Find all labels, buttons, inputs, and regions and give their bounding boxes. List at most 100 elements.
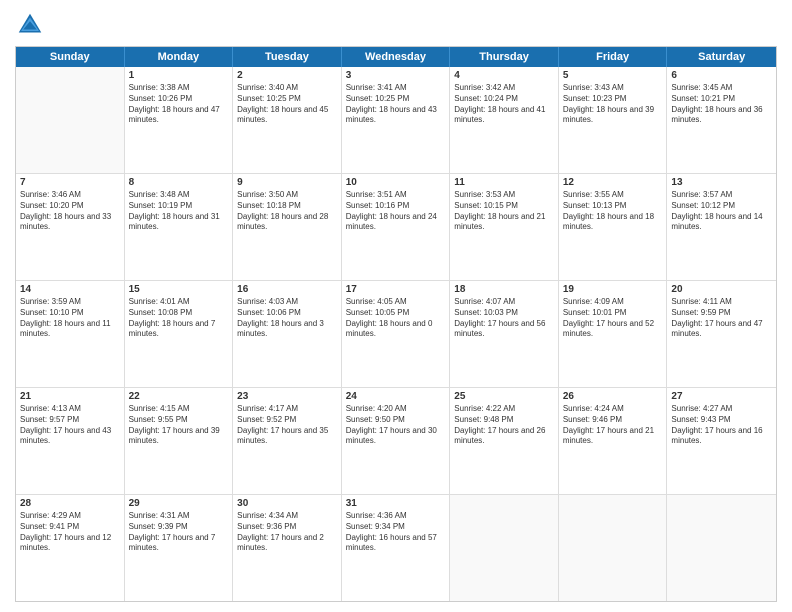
calendar-cell: 21 Sunrise: 4:13 AMSunset: 9:57 PMDayligh…	[16, 388, 125, 494]
day-number: 11	[454, 177, 554, 188]
calendar-cell: 5 Sunrise: 3:43 AMSunset: 10:23 PMDayligh…	[559, 67, 668, 173]
calendar-cell: 11Sunrise: 3:53 AMSunset: 10:15 PMDaylig…	[450, 174, 559, 280]
cell-details: Sunrise: 4:34 AMSunset: 9:36 PMDaylight:…	[237, 511, 337, 554]
calendar-cell: 20 Sunrise: 4:11 AMSunset: 9:59 PMDayligh…	[667, 281, 776, 387]
calendar: SundayMondayTuesdayWednesdayThursdayFrid…	[15, 46, 777, 602]
calendar-cell: 30 Sunrise: 4:34 AMSunset: 9:36 PMDayligh…	[233, 495, 342, 601]
day-number: 8	[129, 177, 229, 188]
cell-details: Sunrise: 4:01 AMSunset: 10:08 PMDaylight…	[129, 297, 229, 340]
cell-details: Sunrise: 4:27 AMSunset: 9:43 PMDaylight:…	[671, 404, 772, 447]
calendar-cell: 2 Sunrise: 3:40 AMSunset: 10:25 PMDayligh…	[233, 67, 342, 173]
day-number: 28	[20, 498, 120, 509]
cell-details: Sunrise: 3:43 AMSunset: 10:23 PMDaylight…	[563, 83, 663, 126]
logo	[15, 10, 49, 40]
calendar-cell: 6 Sunrise: 3:45 AMSunset: 10:21 PMDayligh…	[667, 67, 776, 173]
cell-details: Sunrise: 4:05 AMSunset: 10:05 PMDaylight…	[346, 297, 446, 340]
calendar-cell: 7 Sunrise: 3:46 AMSunset: 10:20 PMDayligh…	[16, 174, 125, 280]
day-number: 3	[346, 70, 446, 81]
cell-details: Sunrise: 3:40 AMSunset: 10:25 PMDaylight…	[237, 83, 337, 126]
calendar-cell: 24 Sunrise: 4:20 AMSunset: 9:50 PMDayligh…	[342, 388, 451, 494]
calendar-cell: 19Sunrise: 4:09 AMSunset: 10:01 PMDaylig…	[559, 281, 668, 387]
calendar-cell: 8 Sunrise: 3:48 AMSunset: 10:19 PMDayligh…	[125, 174, 234, 280]
day-number: 31	[346, 498, 446, 509]
calendar-cell: 12 Sunrise: 3:55 AMSunset: 10:13 PMDaylig…	[559, 174, 668, 280]
cell-details: Sunrise: 4:13 AMSunset: 9:57 PMDaylight:…	[20, 404, 120, 447]
cell-details: Sunrise: 4:29 AMSunset: 9:41 PMDaylight:…	[20, 511, 120, 554]
header-day-saturday: Saturday	[667, 47, 776, 67]
cell-details: Sunrise: 3:55 AMSunset: 10:13 PMDaylight…	[563, 190, 663, 233]
cell-details: Sunrise: 3:42 AMSunset: 10:24 PMDaylight…	[454, 83, 554, 126]
calendar-cell: 22 Sunrise: 4:15 AMSunset: 9:55 PMDayligh…	[125, 388, 234, 494]
day-number: 17	[346, 284, 446, 295]
calendar-cell: 3 Sunrise: 3:41 AMSunset: 10:25 PMDayligh…	[342, 67, 451, 173]
header-day-wednesday: Wednesday	[342, 47, 451, 67]
cell-details: Sunrise: 4:11 AMSunset: 9:59 PMDaylight:…	[671, 297, 772, 340]
calendar-row-2: 14 Sunrise: 3:59 AMSunset: 10:10 PMDaylig…	[16, 281, 776, 388]
calendar-cell: 25Sunrise: 4:22 AMSunset: 9:48 PMDayligh…	[450, 388, 559, 494]
day-number: 13	[671, 177, 772, 188]
cell-details: Sunrise: 4:09 AMSunset: 10:01 PMDaylight…	[563, 297, 663, 340]
calendar-cell	[667, 495, 776, 601]
day-number: 12	[563, 177, 663, 188]
calendar-cell: 16 Sunrise: 4:03 AMSunset: 10:06 PMDaylig…	[233, 281, 342, 387]
calendar-cell: 28 Sunrise: 4:29 AMSunset: 9:41 PMDayligh…	[16, 495, 125, 601]
day-number: 22	[129, 391, 229, 402]
day-number: 16	[237, 284, 337, 295]
cell-details: Sunrise: 3:45 AMSunset: 10:21 PMDaylight…	[671, 83, 772, 126]
logo-icon	[15, 10, 45, 40]
cell-details: Sunrise: 4:36 AMSunset: 9:34 PMDaylight:…	[346, 511, 446, 554]
calendar-cell: 17 Sunrise: 4:05 AMSunset: 10:05 PMDaylig…	[342, 281, 451, 387]
calendar-cell: 9Sunrise: 3:50 AMSunset: 10:18 PMDayligh…	[233, 174, 342, 280]
day-number: 26	[563, 391, 663, 402]
cell-details: Sunrise: 4:15 AMSunset: 9:55 PMDaylight:…	[129, 404, 229, 447]
day-number: 24	[346, 391, 446, 402]
day-number: 10	[346, 177, 446, 188]
day-number: 4	[454, 70, 554, 81]
calendar-cell	[16, 67, 125, 173]
day-number: 15	[129, 284, 229, 295]
calendar-cell: 4 Sunrise: 3:42 AMSunset: 10:24 PMDayligh…	[450, 67, 559, 173]
calendar-cell: 10 Sunrise: 3:51 AMSunset: 10:16 PMDaylig…	[342, 174, 451, 280]
calendar-cell: 14 Sunrise: 3:59 AMSunset: 10:10 PMDaylig…	[16, 281, 125, 387]
day-number: 29	[129, 498, 229, 509]
header	[15, 10, 777, 40]
cell-details: Sunrise: 4:20 AMSunset: 9:50 PMDaylight:…	[346, 404, 446, 447]
calendar-cell	[450, 495, 559, 601]
day-number: 30	[237, 498, 337, 509]
day-number: 1	[129, 70, 229, 81]
cell-details: Sunrise: 3:59 AMSunset: 10:10 PMDaylight…	[20, 297, 120, 340]
calendar-cell: 18Sunrise: 4:07 AMSunset: 10:03 PMDaylig…	[450, 281, 559, 387]
day-number: 2	[237, 70, 337, 81]
calendar-cell: 13 Sunrise: 3:57 AMSunset: 10:12 PMDaylig…	[667, 174, 776, 280]
calendar-cell: 1 Sunrise: 3:38 AMSunset: 10:26 PMDayligh…	[125, 67, 234, 173]
day-number: 14	[20, 284, 120, 295]
cell-details: Sunrise: 4:31 AMSunset: 9:39 PMDaylight:…	[129, 511, 229, 554]
cell-details: Sunrise: 3:46 AMSunset: 10:20 PMDaylight…	[20, 190, 120, 233]
cell-details: Sunrise: 3:41 AMSunset: 10:25 PMDaylight…	[346, 83, 446, 126]
calendar-body: 1 Sunrise: 3:38 AMSunset: 10:26 PMDayligh…	[16, 67, 776, 601]
cell-details: Sunrise: 3:51 AMSunset: 10:16 PMDaylight…	[346, 190, 446, 233]
calendar-header: SundayMondayTuesdayWednesdayThursdayFrid…	[16, 47, 776, 67]
calendar-cell: 29 Sunrise: 4:31 AMSunset: 9:39 PMDayligh…	[125, 495, 234, 601]
cell-details: Sunrise: 4:03 AMSunset: 10:06 PMDaylight…	[237, 297, 337, 340]
day-number: 27	[671, 391, 772, 402]
cell-details: Sunrise: 3:57 AMSunset: 10:12 PMDaylight…	[671, 190, 772, 233]
cell-details: Sunrise: 4:22 AMSunset: 9:48 PMDaylight:…	[454, 404, 554, 447]
calendar-cell: 15 Sunrise: 4:01 AMSunset: 10:08 PMDaylig…	[125, 281, 234, 387]
cell-details: Sunrise: 3:38 AMSunset: 10:26 PMDaylight…	[129, 83, 229, 126]
header-day-thursday: Thursday	[450, 47, 559, 67]
day-number: 20	[671, 284, 772, 295]
header-day-sunday: Sunday	[16, 47, 125, 67]
calendar-cell: 31 Sunrise: 4:36 AMSunset: 9:34 PMDayligh…	[342, 495, 451, 601]
header-day-tuesday: Tuesday	[233, 47, 342, 67]
cell-details: Sunrise: 4:17 AMSunset: 9:52 PMDaylight:…	[237, 404, 337, 447]
calendar-row-4: 28 Sunrise: 4:29 AMSunset: 9:41 PMDayligh…	[16, 495, 776, 601]
header-day-friday: Friday	[559, 47, 668, 67]
calendar-cell: 26Sunrise: 4:24 AMSunset: 9:46 PMDayligh…	[559, 388, 668, 494]
day-number: 7	[20, 177, 120, 188]
cell-details: Sunrise: 3:48 AMSunset: 10:19 PMDaylight…	[129, 190, 229, 233]
day-number: 6	[671, 70, 772, 81]
day-number: 5	[563, 70, 663, 81]
day-number: 21	[20, 391, 120, 402]
page: SundayMondayTuesdayWednesdayThursdayFrid…	[0, 0, 792, 612]
